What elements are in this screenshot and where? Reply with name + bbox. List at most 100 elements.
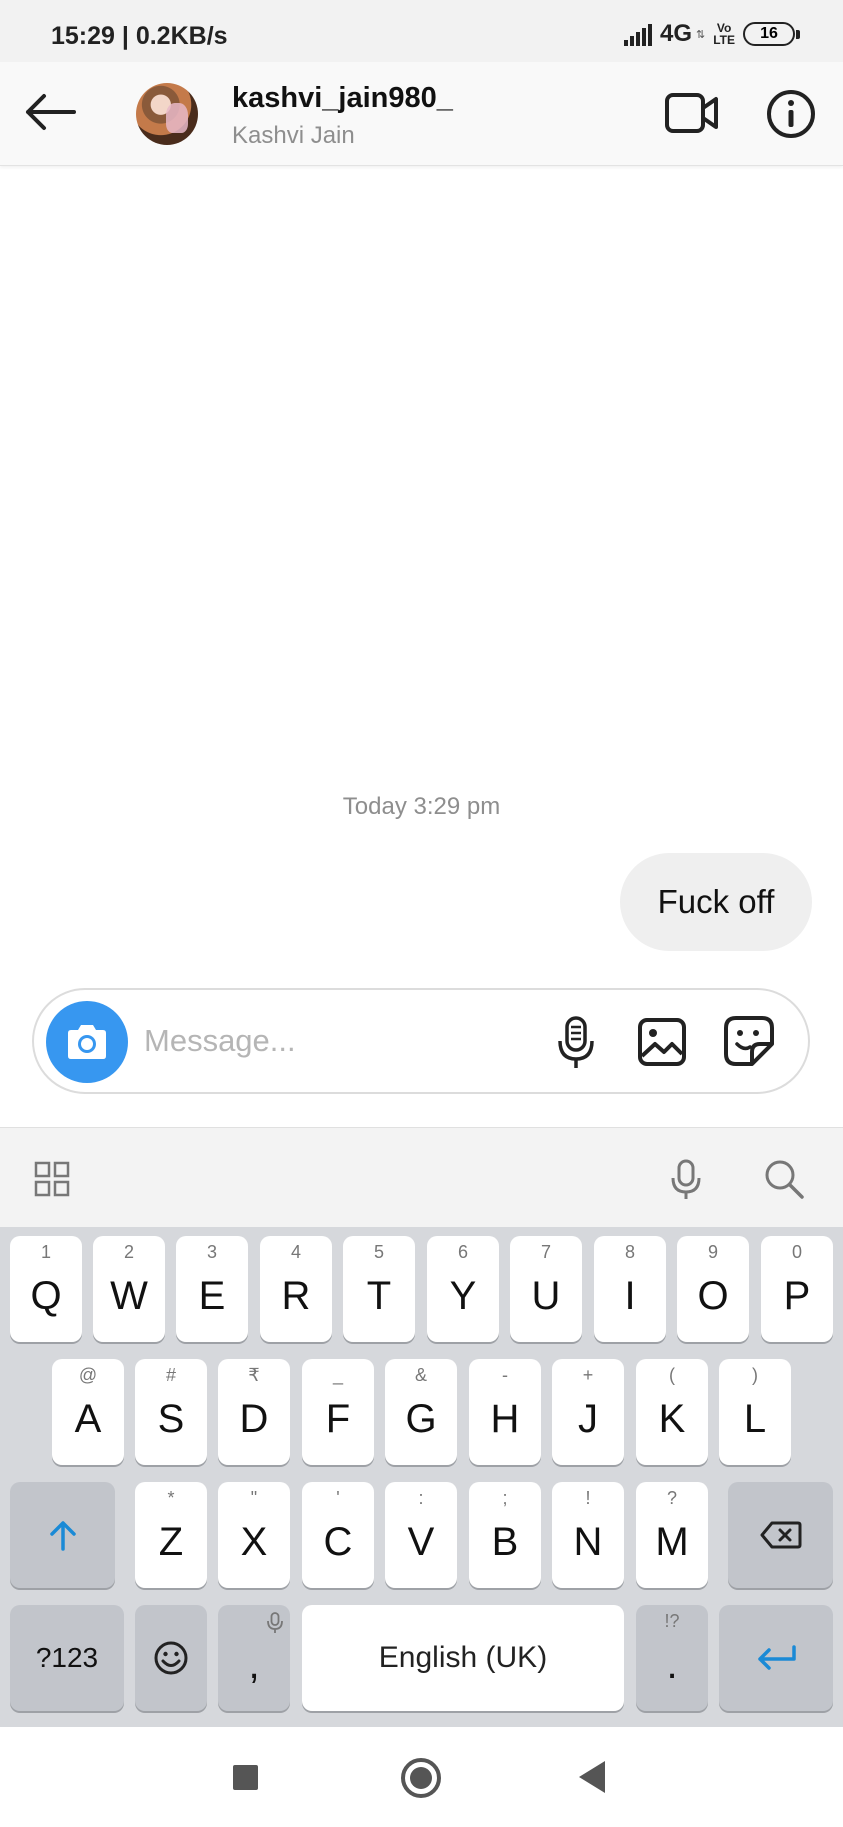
info-button[interactable]: [765, 88, 817, 140]
key-v[interactable]: :V: [385, 1482, 457, 1588]
key-s-secondary: #: [165, 1365, 176, 1385]
key-y[interactable]: 6Y: [427, 1236, 499, 1342]
key-f-secondary: _: [332, 1365, 343, 1385]
key-c-label: C: [323, 1519, 353, 1564]
key-w-label: W: [110, 1273, 148, 1318]
key-b-label: B: [491, 1519, 519, 1564]
key-h[interactable]: -H: [469, 1359, 541, 1465]
backspace-key[interactable]: [728, 1482, 833, 1588]
key-o[interactable]: 9O: [677, 1236, 749, 1342]
space-key[interactable]: English (UK): [302, 1605, 624, 1711]
key-d[interactable]: ₹ D: [218, 1359, 290, 1465]
emoji-key[interactable]: [135, 1605, 207, 1711]
key-p[interactable]: 0P: [761, 1236, 833, 1342]
camera-button[interactable]: [46, 1001, 128, 1083]
key-r-secondary: 4: [290, 1242, 301, 1262]
key-a[interactable]: @ A: [52, 1359, 124, 1465]
key-u-secondary: 7: [540, 1242, 551, 1262]
key-i-secondary: 8: [624, 1242, 635, 1262]
key-t-label: T: [366, 1273, 392, 1318]
keyboard-voice-button[interactable]: [668, 1158, 704, 1202]
key-r[interactable]: 4R: [260, 1236, 332, 1342]
signal-icon: [623, 22, 652, 46]
message-bubble-sent[interactable]: Fuck off: [620, 853, 812, 951]
recent-apps-icon[interactable]: [233, 1765, 258, 1790]
key-w[interactable]: 2W: [93, 1236, 165, 1342]
microphone-icon: [558, 1016, 594, 1068]
key-n[interactable]: ! N: [552, 1482, 624, 1588]
shift-key[interactable]: [10, 1482, 115, 1588]
avatar[interactable]: [136, 83, 198, 145]
key-q[interactable]: 1Q: [10, 1236, 82, 1342]
key-b[interactable]: ; B: [469, 1482, 541, 1588]
key-t[interactable]: 5T: [343, 1236, 415, 1342]
home-icon[interactable]: [401, 1758, 441, 1798]
backspace-icon: [760, 1521, 801, 1549]
key-g[interactable]: & G: [385, 1359, 457, 1465]
message-input[interactable]: [144, 1016, 454, 1066]
key-m-label: M: [655, 1519, 689, 1564]
back-button[interactable]: [20, 87, 80, 137]
enter-arrow-icon: [758, 1645, 796, 1670]
gallery-button[interactable]: [636, 1016, 688, 1068]
status-indicators: 4G ⇅ Vo LTE 16: [623, 20, 800, 48]
key-e-label: E: [198, 1273, 226, 1318]
key-f[interactable]: _ F: [302, 1359, 374, 1465]
comma-key[interactable]: ,: [218, 1605, 290, 1711]
gallery-icon: [638, 1018, 686, 1066]
key-j[interactable]: + J: [552, 1359, 624, 1465]
symbols-key-label: ?123: [35, 1642, 99, 1673]
chat-username[interactable]: kashvi_jain980_: [232, 82, 453, 115]
video-call-button[interactable]: [664, 88, 720, 138]
period-key-label: .: [666, 1642, 678, 1687]
keyboard-toolbar: [0, 1127, 843, 1227]
key-n-label: N: [573, 1519, 603, 1564]
key-s[interactable]: # S: [135, 1359, 207, 1465]
sticker-button[interactable]: [722, 1014, 776, 1068]
key-f-label: F: [325, 1396, 351, 1441]
key-k[interactable]: (K: [636, 1359, 708, 1465]
key-t-secondary: 5: [373, 1242, 384, 1262]
key-i-label: I: [624, 1273, 636, 1318]
info-icon: [767, 90, 815, 138]
key-v-secondary: :: [418, 1488, 424, 1508]
key-g-secondary: &: [414, 1365, 427, 1385]
key-g-label: G: [405, 1396, 437, 1441]
volte-indicator: Vo LTE: [713, 22, 735, 46]
key-d-label: D: [239, 1396, 269, 1441]
key-x[interactable]: " X: [218, 1482, 290, 1588]
key-e-secondary: 3: [206, 1242, 217, 1262]
battery-icon: 16: [743, 22, 800, 46]
status-bar: 15:29 | 0.2KB/s 4G ⇅ Vo LTE 16: [0, 0, 843, 62]
key-z[interactable]: * Z: [135, 1482, 207, 1588]
key-l[interactable]: ) L: [719, 1359, 791, 1465]
message-timestamp: Today 3:29 pm: [342, 793, 501, 820]
grid-icon: [34, 1161, 70, 1197]
enter-key[interactable]: [719, 1605, 833, 1711]
period-key[interactable]: !? .: [636, 1605, 708, 1711]
key-q-secondary: 1: [40, 1242, 51, 1262]
key-u[interactable]: 7U: [510, 1236, 582, 1342]
key-q-label: Q: [30, 1273, 62, 1318]
key-c[interactable]: ' C: [302, 1482, 374, 1588]
key-k-secondary: (: [669, 1365, 675, 1385]
key-c-secondary: ': [336, 1488, 340, 1508]
key-z-label: Z: [158, 1519, 184, 1564]
search-icon: [765, 1160, 804, 1199]
arrow-left-icon: [26, 94, 76, 130]
keyboard-menu-button[interactable]: [34, 1161, 70, 1197]
key-e[interactable]: 3E: [176, 1236, 248, 1342]
key-l-label: L: [743, 1396, 767, 1441]
back-triangle-icon[interactable]: [579, 1761, 605, 1793]
key-i[interactable]: 8I: [594, 1236, 666, 1342]
voice-message-button[interactable]: [552, 1015, 600, 1071]
keyboard-search-button[interactable]: [763, 1158, 805, 1200]
video-camera-icon: [665, 93, 718, 133]
key-p-label: P: [783, 1273, 811, 1318]
symbols-key[interactable]: ?123: [10, 1605, 124, 1711]
key-m[interactable]: ? M: [636, 1482, 708, 1588]
status-time-speed: 15:29 | 0.2KB/s: [51, 22, 228, 50]
key-n-secondary: !: [585, 1488, 591, 1508]
key-y-secondary: 6: [457, 1242, 468, 1262]
data-activity-icon: ⇅: [696, 28, 706, 41]
